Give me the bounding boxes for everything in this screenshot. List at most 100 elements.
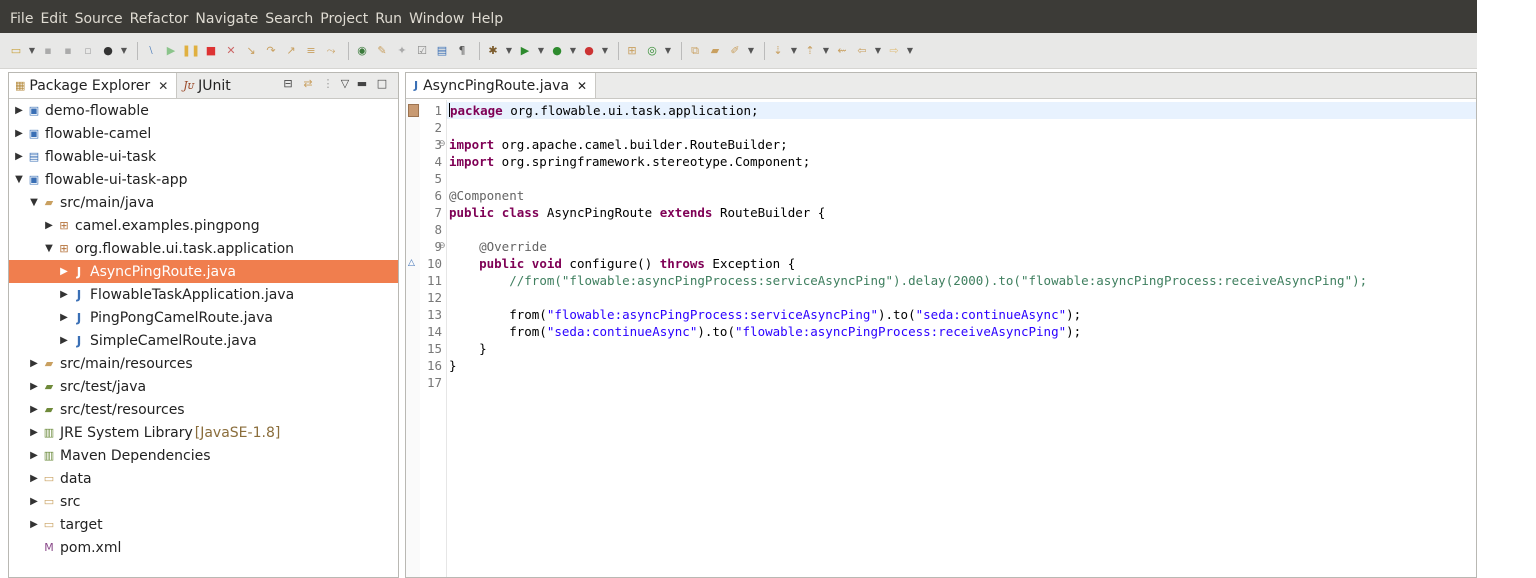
collapsed-arrow-icon[interactable]: ▶ [28,450,40,461]
collapsed-arrow-icon[interactable]: ▶ [28,358,40,369]
menu-edit[interactable]: Edit [40,10,74,28]
chevron-down-icon[interactable]: ▼ [664,43,672,59]
menu-help[interactable]: Help [471,10,510,28]
collapsed-arrow-icon[interactable]: ▶ [28,519,40,530]
menu-refactor[interactable]: Refactor [130,10,196,28]
save-all-icon[interactable]: ▪ [60,43,76,59]
chevron-down-icon[interactable]: ▼ [747,43,755,59]
expanded-arrow-icon[interactable]: ▼ [28,197,40,208]
run-icon[interactable]: ▶ [517,43,533,59]
chevron-down-icon[interactable]: ▼ [906,43,914,59]
fold-toggle-icon[interactable]: ⊖ [438,136,446,153]
menu-search[interactable]: Search [265,10,320,28]
menu-run[interactable]: Run [375,10,409,28]
collapsed-arrow-icon[interactable]: ▶ [28,381,40,392]
coverage-icon[interactable]: ● [549,43,565,59]
edit-icon[interactable]: ✎ [374,43,390,59]
tree-item[interactable]: ▶ ▰ src/test/resources [9,398,398,421]
use-step-filters-icon[interactable]: ⤳ [323,43,339,59]
expanded-arrow-icon[interactable]: ▼ [13,174,25,185]
save-icon[interactable]: ▪ [40,43,56,59]
tree-item[interactable]: ▶ ▤ flowable-ui-task [9,145,398,168]
suspend-icon[interactable]: ❚❚ [182,43,200,59]
open-folder-icon[interactable]: ▰ [707,43,723,59]
chevron-down-icon[interactable]: ▼ [28,43,36,59]
tree-item[interactable]: ▶ J AsyncPingRoute.java [9,260,398,283]
chevron-down-icon[interactable]: ▼ [569,43,577,59]
link-with-editor-icon[interactable]: ⇄ [300,77,316,90]
tree-item[interactable]: ▼ ▰ src/main/java [9,191,398,214]
collapsed-arrow-icon[interactable]: ▶ [58,266,70,277]
new-icon[interactable]: ▭ [8,43,24,59]
chevron-down-icon[interactable]: ▼ [120,43,128,59]
collapsed-arrow-icon[interactable]: ▶ [28,473,40,484]
menu-source[interactable]: Source [75,10,130,28]
collapsed-arrow-icon[interactable]: ▶ [28,427,40,438]
step-over-icon[interactable]: ↷ [263,43,279,59]
terminate-icon[interactable]: ■ [203,43,219,59]
tree-item[interactable]: ▼ ⊞ org.flowable.ui.task.application [9,237,398,260]
editor-tab-asyncpingroute[interactable]: J AsyncPingRoute.java ✕ [406,73,597,98]
collapsed-arrow-icon[interactable]: ▶ [13,151,25,162]
search-icon[interactable]: ✐ [727,43,743,59]
tree-item[interactable]: ▶ J PingPongCamelRoute.java [9,306,398,329]
disconnect-icon[interactable]: ✕ [223,43,239,59]
close-icon[interactable]: ✕ [577,79,587,93]
collapsed-arrow-icon[interactable]: ▶ [13,128,25,139]
tree-item[interactable]: ▶ ▥ JRE System Library [JavaSE-1.8] [9,421,398,444]
new-class-icon[interactable]: ◎ [644,43,660,59]
next-annotation-icon[interactable]: ⇣ [770,43,786,59]
chevron-down-icon[interactable]: ▼ [505,43,513,59]
skip-breakpoints-icon[interactable]: ⧵ [143,43,159,59]
tab-package-explorer[interactable]: ▦ Package Explorer ✕ [9,73,178,98]
tree-item[interactable]: ▶ J SimpleCamelRoute.java [9,329,398,352]
last-edit-location-icon[interactable]: ⇜ [834,43,850,59]
view-menu-icon[interactable]: ⋮ [320,77,336,90]
new-java-project-icon[interactable]: ⊞ [624,43,640,59]
tree-item[interactable]: ▶ ▣ flowable-camel [9,122,398,145]
maximize-icon[interactable]: □ [374,77,390,90]
forward-icon[interactable]: ⇨ [886,43,902,59]
previous-annotation-icon[interactable]: ⇡ [802,43,818,59]
collapsed-arrow-icon[interactable]: ▶ [28,496,40,507]
collapsed-arrow-icon[interactable]: ▶ [43,220,55,231]
tree-item[interactable]: ▶ ⊞ camel.examples.pingpong [9,214,398,237]
minimize-icon[interactable]: ▬ [354,77,370,90]
tab-junit[interactable]: Jᴜ JUnit [177,73,239,98]
pilcrow-icon[interactable]: ¶ [454,43,470,59]
annotation-icon[interactable]: ✦ [394,43,410,59]
open-type-icon[interactable]: ◉ [354,43,370,59]
override-marker-icon[interactable]: △ [408,255,415,272]
chevron-down-icon[interactable]: ▼ [537,43,545,59]
tree-item[interactable]: ▶ ▰ src/main/resources [9,352,398,375]
chevron-down-icon[interactable]: ▼ [874,43,882,59]
console-icon[interactable]: ● [100,43,116,59]
drop-to-frame-icon[interactable]: ≡ [303,43,319,59]
chevron-down-icon[interactable]: ▼ [601,43,609,59]
open-type-icon[interactable]: ⧉ [687,43,703,59]
collapsed-arrow-icon[interactable]: ▶ [58,335,70,346]
tree-item[interactable]: ▶ ▭ src [9,490,398,513]
collapse-all-icon[interactable]: ⊟ [280,77,296,90]
code-area[interactable]: package org.flowable.ui.task.application… [447,100,1476,577]
menu-project[interactable]: Project [320,10,375,28]
chevron-down-icon[interactable]: ▽ [340,77,350,90]
step-return-icon[interactable]: ↗ [283,43,299,59]
tree-item[interactable]: ▶ ▭ data [9,467,398,490]
collapsed-arrow-icon[interactable]: ▶ [28,404,40,415]
chevron-down-icon[interactable]: ▼ [822,43,830,59]
occurrence-marker-icon[interactable] [408,104,419,117]
menu-navigate[interactable]: Navigate [195,10,265,28]
task-icon[interactable]: ☑ [414,43,430,59]
menu-window[interactable]: Window [409,10,471,28]
step-into-icon[interactable]: ↘ [243,43,259,59]
tree-item[interactable]: ▶ ▰ src/test/java [9,375,398,398]
menu-file[interactable]: File [0,10,40,28]
debug-icon[interactable]: ✱ [485,43,501,59]
fold-toggle-icon[interactable]: ⊖ [438,238,446,255]
resume-icon[interactable]: ▶ [163,43,179,59]
expanded-arrow-icon[interactable]: ▼ [43,243,55,254]
external-tools-icon[interactable]: ● [581,43,597,59]
collapsed-arrow-icon[interactable]: ▶ [13,105,25,116]
tree-item[interactable]: Mpom.xml [9,536,398,559]
